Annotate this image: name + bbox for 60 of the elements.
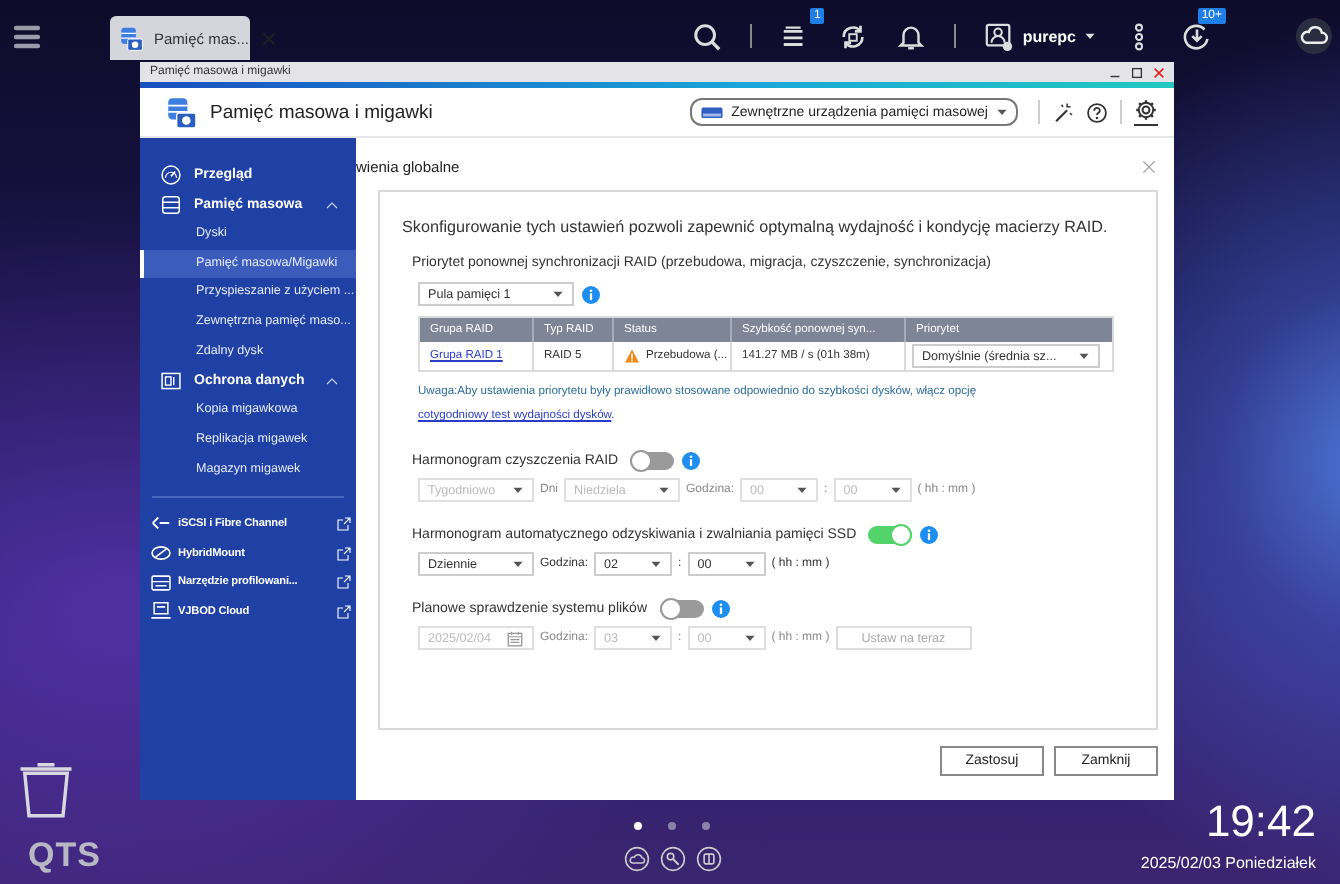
sidebar-icon — [160, 164, 182, 186]
toggle-switch[interactable] — [659, 600, 703, 618]
caret-icon — [743, 558, 756, 570]
toggle-switch[interactable] — [630, 452, 675, 470]
sidebar-icon — [150, 571, 172, 594]
calendar-icon — [506, 629, 524, 647]
update-icon[interactable] — [1182, 21, 1212, 51]
settings-icon[interactable] — [1134, 98, 1158, 126]
intro-text: Skonfigurowanie tych ustawień pozwoli zapewnić optymalną wydajność i kondycję macierzy RAID. — [402, 216, 1108, 238]
caret-icon — [1078, 350, 1090, 362]
cloud-icon[interactable] — [1296, 18, 1332, 54]
close-icon[interactable] — [1152, 65, 1166, 79]
caret-icon — [796, 484, 809, 496]
info-icon[interactable] — [682, 452, 701, 470]
app-title: Pamięć masowa i migawki — [210, 101, 433, 123]
cloud-icon[interactable] — [623, 846, 649, 872]
caret-icon — [996, 106, 1008, 118]
wand-icon[interactable] — [1052, 101, 1074, 123]
info-icon[interactable] — [920, 526, 939, 544]
caret-icon — [743, 632, 756, 644]
external-link-icon — [336, 603, 352, 620]
caret-icon — [650, 558, 663, 570]
user-menu[interactable]: purepc — [984, 21, 1096, 51]
search-icon[interactable] — [692, 21, 723, 51]
caret-icon — [1084, 30, 1096, 42]
pause-icon[interactable] — [695, 846, 721, 872]
menu-icon[interactable] — [12, 21, 42, 51]
storage-app-icon — [118, 25, 144, 51]
caret-icon — [552, 288, 564, 300]
external-link-icon — [336, 545, 352, 562]
sidebar-icon — [160, 370, 182, 393]
brand-label: QTS — [28, 836, 101, 876]
sync-icon[interactable] — [838, 21, 869, 51]
sidebar-icon — [150, 512, 172, 535]
help-icon[interactable] — [1086, 101, 1108, 123]
caret-icon — [512, 558, 524, 570]
warning-icon — [624, 348, 640, 364]
maximize-icon[interactable] — [1130, 65, 1144, 79]
bell-icon[interactable] — [896, 21, 927, 51]
external-link-icon — [336, 574, 352, 591]
key-icon[interactable] — [659, 846, 685, 872]
caret-icon — [512, 484, 524, 496]
close-icon[interactable] — [1140, 157, 1158, 175]
page-dot[interactable] — [702, 822, 710, 830]
info-icon[interactable] — [582, 285, 600, 303]
external-link-icon — [336, 515, 352, 532]
page-dot[interactable] — [634, 822, 642, 830]
sidebar-icon — [150, 542, 172, 565]
clock-time: 19:42 — [1203, 798, 1316, 846]
caret-icon — [658, 484, 671, 496]
user-icon — [984, 21, 1015, 51]
sidebar-icon — [160, 194, 182, 216]
info-icon[interactable] — [711, 600, 729, 618]
sidebar-icon — [150, 600, 172, 623]
caret-icon — [650, 632, 663, 644]
toggle-switch[interactable] — [868, 526, 913, 544]
page-dot[interactable] — [668, 822, 676, 830]
caret-icon — [889, 484, 902, 496]
clock-date: 2025/02/03 Poniedziałek — [1140, 854, 1316, 872]
storage-app-icon — [164, 95, 198, 129]
